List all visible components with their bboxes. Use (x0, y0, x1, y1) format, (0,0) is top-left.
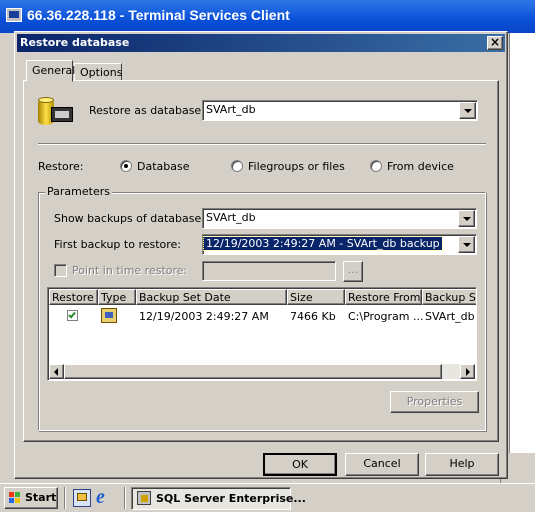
scroll-thumb[interactable] (64, 364, 442, 379)
chevron-down-icon[interactable] (458, 236, 475, 253)
show-backups-combo[interactable]: SVArt_db (202, 208, 477, 229)
horizontal-scrollbar[interactable] (49, 364, 475, 379)
cancel-button[interactable]: Cancel (345, 453, 419, 476)
properties-button[interactable]: Properties (390, 391, 479, 413)
checkmark-icon (68, 310, 76, 319)
scroll-right-icon[interactable] (460, 364, 475, 379)
radio-button-icon (231, 160, 243, 172)
dialog-titlebar: Restore database × (17, 34, 505, 52)
close-button[interactable]: × (487, 36, 503, 50)
taskbar: Start e SQL Server Enterprise... (0, 483, 535, 512)
parameters-legend: Parameters (45, 185, 112, 198)
backup-type-icon (101, 308, 117, 323)
taskbar-item-sql-server[interactable]: SQL Server Enterprise... (131, 487, 306, 510)
radio-button-icon (370, 160, 382, 172)
backup-sets-table: Restore Type Backup Set Date Size Restor… (47, 287, 477, 381)
rdp-titlebar: 66.36.228.118 - Terminal Services Client (0, 0, 535, 33)
point-in-time-checkbox[interactable]: Point in time restore: (54, 263, 194, 279)
column-header[interactable]: Size (287, 289, 345, 305)
tab-general[interactable]: General (26, 60, 75, 82)
checkbox-icon (54, 264, 67, 277)
column-header[interactable]: Backup Se (422, 289, 476, 305)
show-backups-label: Show backups of database: (54, 212, 205, 225)
browse-button[interactable]: ... (343, 261, 363, 282)
terminal-icon (6, 8, 22, 22)
ok-button[interactable]: OK (263, 453, 337, 476)
quick-launch-separator (64, 487, 66, 509)
close-icon: × (489, 35, 501, 49)
column-header[interactable]: Backup Set Date (136, 289, 287, 305)
radio-button-icon (120, 160, 132, 172)
rdp-title: 66.36.228.118 - Terminal Services Client (27, 7, 290, 23)
radio-from-device[interactable]: From device (370, 159, 470, 175)
first-backup-label: First backup to restore: (54, 238, 182, 251)
restore-database-dialog: Restore database × General Options Resto… (14, 31, 508, 479)
first-backup-combo[interactable]: 12/19/2003 2:49:27 AM - SVArt_db backup (202, 234, 477, 255)
restore-as-database-combo[interactable]: SVArt_db (202, 100, 478, 121)
start-button[interactable]: Start (4, 487, 58, 509)
radio-database[interactable]: Database (120, 159, 210, 175)
dialog-title: Restore database (20, 36, 130, 49)
general-tab-panel: Restore as database: SVArt_db Restore: D… (23, 80, 499, 442)
desktop-icon[interactable] (73, 489, 91, 507)
radio-filegroups[interactable]: Filegroups or files (231, 159, 361, 175)
restore-checkbox[interactable] (67, 310, 78, 321)
column-header[interactable]: Restore From (345, 289, 422, 305)
internet-explorer-icon[interactable]: e (96, 487, 116, 507)
table-row[interactable]: 12/19/2003 2:49:27 AM 7466 Kb C:\Program… (49, 308, 476, 324)
column-header[interactable]: Type (98, 289, 136, 305)
quick-launch-separator (124, 487, 126, 509)
separator (38, 143, 486, 145)
windows-logo-icon (9, 492, 21, 504)
table-header: Restore Type Backup Set Date Size Restor… (49, 289, 476, 305)
database-icon (38, 95, 74, 129)
sql-server-icon (137, 491, 151, 505)
column-header[interactable]: Restore (49, 289, 98, 305)
parameters-group: Parameters Show backups of database: SVA… (38, 185, 486, 431)
help-button[interactable]: Help (425, 453, 499, 476)
restore-as-label: Restore as database: (89, 104, 205, 117)
restore-label: Restore: (38, 160, 84, 173)
scroll-left-icon[interactable] (49, 364, 64, 379)
chevron-down-icon[interactable] (459, 102, 476, 119)
chevron-down-icon[interactable] (458, 210, 475, 227)
point-in-time-field (202, 261, 336, 281)
